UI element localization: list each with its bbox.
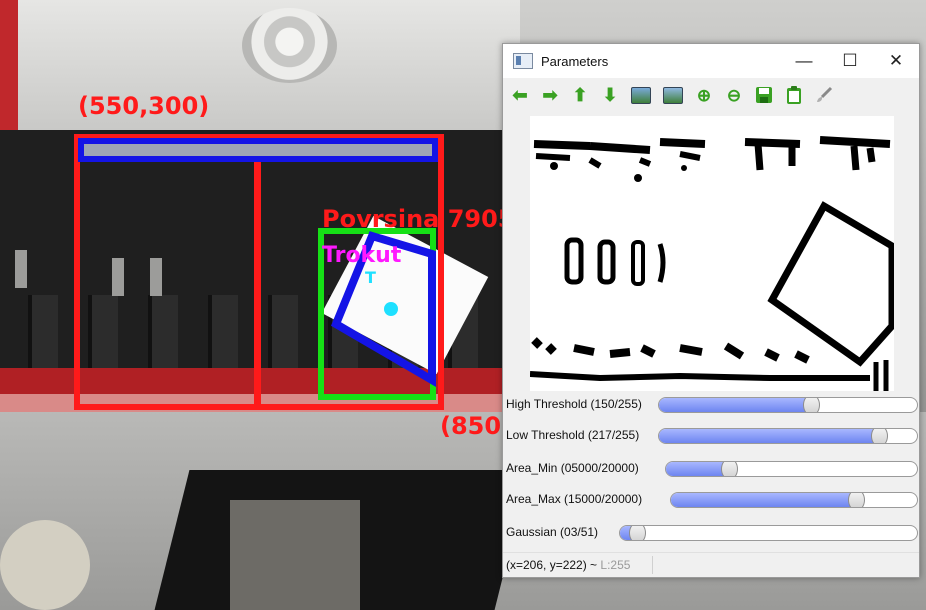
edge-image-view[interactable] <box>530 116 894 391</box>
slider-track[interactable] <box>658 428 918 444</box>
blue-edge-bar <box>78 138 438 162</box>
slider-gaussian: Gaussian (03/51) <box>503 522 919 544</box>
slider-area-min: Area_Min (05000/20000) <box>503 458 919 480</box>
center-marker-label: T <box>365 268 376 287</box>
slider-label: High Threshold (150/255) <box>506 397 642 411</box>
save-icon[interactable] <box>753 84 775 106</box>
slider-thumb[interactable] <box>870 429 888 443</box>
chain-slot <box>15 250 27 288</box>
slider-fill <box>671 493 856 507</box>
pan-down-icon[interactable]: ⬇ <box>599 84 621 106</box>
area-label: Povrsina 7905 <box>322 205 515 233</box>
slider-track[interactable] <box>619 525 918 541</box>
app-window-icon <box>513 53 533 69</box>
corner-label-bottom-right: (850 <box>440 412 502 440</box>
slider-label: Area_Min (05000/20000) <box>506 461 639 475</box>
status-divider <box>652 556 653 574</box>
slider-track[interactable] <box>658 397 918 413</box>
close-button[interactable]: ✕ <box>873 44 919 78</box>
red-bracket <box>0 0 18 140</box>
brush-icon[interactable] <box>813 84 835 106</box>
slider-thumb[interactable] <box>802 398 820 412</box>
hex-nut <box>242 8 337 83</box>
round-disc <box>0 520 90 610</box>
zoom-in-icon[interactable]: ⊕ <box>693 84 715 106</box>
slider-label: Area_Max (15000/20000) <box>506 492 643 506</box>
slider-low-threshold: Low Threshold (217/255) <box>503 425 919 447</box>
window-title: Parameters <box>541 53 609 69</box>
minimize-button[interactable]: — <box>781 44 827 78</box>
parameters-window[interactable]: Parameters — ☐ ✕ ⬅ ➡ ⬆ ⬇ ⊕ ⊖ High Thresh… <box>502 43 920 578</box>
fit-image-icon[interactable] <box>663 86 683 104</box>
title-bar[interactable]: Parameters — ☐ ✕ <box>503 44 919 78</box>
pan-right-icon[interactable]: ➡ <box>539 84 561 106</box>
slider-fill <box>659 398 811 412</box>
slider-area-max: Area_Max (15000/20000) <box>503 489 919 511</box>
pan-left-icon[interactable]: ⬅ <box>509 84 531 106</box>
slider-high-threshold: High Threshold (150/255) <box>503 394 919 416</box>
pixel-level: L:255 <box>600 558 631 572</box>
slider-fill <box>659 429 879 443</box>
hopper-insert <box>230 500 360 610</box>
slider-thumb[interactable] <box>629 526 647 540</box>
zoom-out-icon[interactable]: ⊖ <box>723 84 745 106</box>
slider-label: Low Threshold (217/255) <box>506 428 640 442</box>
status-text: (x=206, y=222) ~ L:255 <box>506 558 630 572</box>
slider-fill <box>666 462 729 476</box>
image-icon[interactable] <box>631 86 651 104</box>
cursor-coordinates: (x=206, y=222) ~ <box>506 558 601 572</box>
toolbar: ⬅ ➡ ⬆ ⬇ ⊕ ⊖ <box>503 78 919 112</box>
centroid-dot <box>384 302 398 316</box>
roi-divider <box>254 134 261 410</box>
slider-track[interactable] <box>665 461 918 477</box>
maximize-button[interactable]: ☐ <box>827 44 873 78</box>
pan-up-icon[interactable]: ⬆ <box>569 84 591 106</box>
status-bar: (x=206, y=222) ~ L:255 <box>503 552 919 577</box>
slider-track[interactable] <box>670 492 918 508</box>
slider-thumb[interactable] <box>847 493 865 507</box>
slider-label: Gaussian (03/51) <box>506 525 599 539</box>
corner-label-top-left: (550,300) <box>78 92 210 120</box>
properties-icon[interactable] <box>783 84 805 106</box>
slider-thumb[interactable] <box>720 462 738 476</box>
shape-label: Trokut <box>322 243 402 268</box>
